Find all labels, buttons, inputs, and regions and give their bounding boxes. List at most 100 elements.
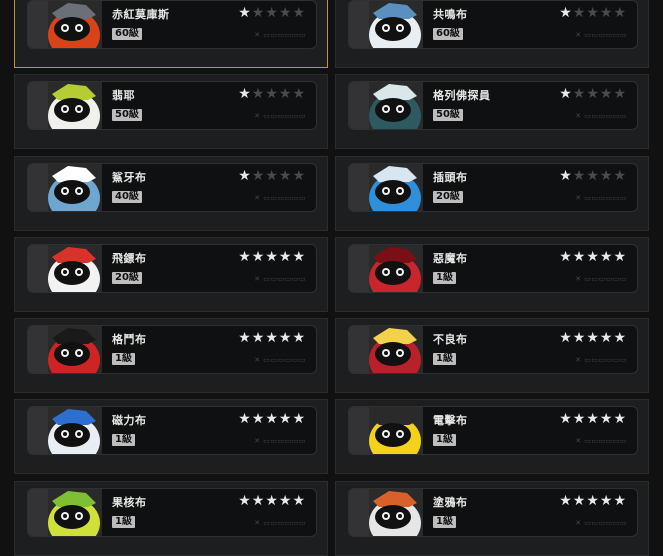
character-card-inner: 電擊布 1級 ★★★★★ ✕ ▭▭▭▭▭▭ bbox=[348, 406, 638, 455]
character-card[interactable]: 飛鏢布 20級 ★★★★★ ✕ ▭▭▭▭▭▭ bbox=[14, 237, 328, 312]
star-icon: ★ bbox=[613, 86, 627, 102]
decorative-pattern-icon: ✕ ▭▭▭▭▭▭ bbox=[575, 31, 627, 39]
star-icon: ★ bbox=[613, 5, 627, 21]
star-rating: ★★★★★ bbox=[559, 411, 627, 427]
star-icon: ★ bbox=[613, 493, 627, 509]
decorative-pattern-icon: ✕ ▭▭▭▭▭▭ bbox=[254, 275, 306, 283]
decorative-pattern-icon: ✕ ▭▭▭▭▭▭ bbox=[254, 112, 306, 120]
level-badge: 50級 bbox=[112, 109, 142, 121]
character-portrait bbox=[28, 245, 102, 292]
star-icon: ★ bbox=[599, 411, 614, 427]
character-card-inner: 鯊牙布 40級 ★★★★★ ✕ ▭▭▭▭▭▭ bbox=[27, 163, 317, 212]
character-name: 果核布 bbox=[112, 496, 147, 509]
character-card[interactable]: 不良布 1級 ★★★★★ ✕ ▭▭▭▭▭▭ bbox=[335, 318, 649, 393]
character-portrait bbox=[349, 245, 423, 292]
star-icon: ★ bbox=[559, 86, 573, 102]
decorative-pattern-icon: ✕ ▭▭▭▭▭▭ bbox=[575, 112, 627, 120]
character-name: 磁力布 bbox=[112, 414, 147, 427]
decorative-pattern-icon: ✕ ▭▭▭▭▭▭ bbox=[575, 519, 627, 527]
star-icon: ★ bbox=[265, 493, 279, 509]
character-portrait bbox=[349, 489, 423, 536]
star-icon: ★ bbox=[265, 168, 279, 184]
level-badge: 60級 bbox=[433, 28, 463, 40]
character-name: 插頭布 bbox=[433, 171, 468, 184]
star-icon: ★ bbox=[586, 330, 600, 346]
character-card[interactable]: 惡魔布 1級 ★★★★★ ✕ ▭▭▭▭▭▭ bbox=[335, 237, 649, 312]
star-icon: ★ bbox=[599, 493, 614, 509]
character-card-inner: 插頭布 20級 ★★★★★ ✕ ▭▭▭▭▭▭ bbox=[348, 163, 638, 212]
character-card[interactable]: 格鬥布 1級 ★★★★★ ✕ ▭▭▭▭▭▭ bbox=[14, 318, 328, 393]
level-badge: 1級 bbox=[112, 434, 135, 446]
star-icon: ★ bbox=[572, 330, 587, 346]
character-name: 格鬥布 bbox=[112, 333, 147, 346]
star-icon: ★ bbox=[586, 493, 600, 509]
star-icon: ★ bbox=[559, 5, 573, 21]
star-rating: ★★★★★ bbox=[559, 86, 627, 102]
star-icon: ★ bbox=[572, 168, 587, 184]
level-badge: 20級 bbox=[433, 191, 463, 203]
character-card[interactable]: 插頭布 20級 ★★★★★ ✕ ▭▭▭▭▭▭ bbox=[335, 156, 649, 231]
character-card[interactable]: 果核布 1級 ★★★★★ ✕ ▭▭▭▭▭▭ bbox=[14, 481, 328, 556]
decorative-pattern-icon: ✕ ▭▭▭▭▭▭ bbox=[254, 437, 306, 445]
character-portrait bbox=[349, 407, 423, 454]
star-rating: ★★★★★ bbox=[559, 249, 627, 265]
character-card[interactable]: 電擊布 1級 ★★★★★ ✕ ▭▭▭▭▭▭ bbox=[335, 399, 649, 474]
character-card[interactable]: 塗鴉布 1級 ★★★★★ ✕ ▭▭▭▭▭▭ bbox=[335, 481, 649, 556]
character-portrait bbox=[349, 1, 423, 48]
level-badge: 1級 bbox=[433, 353, 456, 365]
character-name: 飛鏢布 bbox=[112, 252, 147, 265]
star-icon: ★ bbox=[572, 493, 587, 509]
character-card[interactable]: 翡耶 50級 ★★★★★ ✕ ▭▭▭▭▭▭ bbox=[14, 74, 328, 149]
star-icon: ★ bbox=[251, 5, 266, 21]
star-icon: ★ bbox=[238, 5, 252, 21]
character-card-inner: 惡魔布 1級 ★★★★★ ✕ ▭▭▭▭▭▭ bbox=[348, 244, 638, 293]
character-card[interactable]: 鯊牙布 40級 ★★★★★ ✕ ▭▭▭▭▭▭ bbox=[14, 156, 328, 231]
character-card-inner: 塗鴉布 1級 ★★★★★ ✕ ▭▭▭▭▭▭ bbox=[348, 488, 638, 537]
character-card[interactable]: 磁力布 1級 ★★★★★ ✕ ▭▭▭▭▭▭ bbox=[14, 399, 328, 474]
star-rating: ★★★★★ bbox=[238, 493, 306, 509]
decorative-pattern-icon: ✕ ▭▭▭▭▭▭ bbox=[254, 194, 306, 202]
character-card-inner: 共鳴布 60級 ★★★★★ ✕ ▭▭▭▭▭▭ bbox=[348, 0, 638, 49]
level-badge: 60級 bbox=[112, 28, 142, 40]
star-icon: ★ bbox=[292, 330, 306, 346]
star-icon: ★ bbox=[559, 411, 573, 427]
star-icon: ★ bbox=[292, 493, 306, 509]
character-portrait bbox=[28, 407, 102, 454]
level-badge: 1級 bbox=[433, 516, 456, 528]
star-icon: ★ bbox=[265, 5, 279, 21]
character-portrait bbox=[349, 82, 423, 129]
star-icon: ★ bbox=[586, 5, 600, 21]
star-icon: ★ bbox=[265, 330, 279, 346]
character-card[interactable]: 格列佛探員 50級 ★★★★★ ✕ ▭▭▭▭▭▭ bbox=[335, 74, 649, 149]
character-name: 塗鴉布 bbox=[433, 496, 468, 509]
star-rating: ★★★★★ bbox=[238, 86, 306, 102]
level-badge: 1級 bbox=[433, 272, 456, 284]
star-icon: ★ bbox=[292, 411, 306, 427]
star-icon: ★ bbox=[572, 249, 587, 265]
character-name: 共鳴布 bbox=[433, 8, 468, 21]
star-icon: ★ bbox=[238, 411, 252, 427]
character-name: 鯊牙布 bbox=[112, 171, 147, 184]
character-portrait bbox=[349, 164, 423, 211]
star-rating: ★★★★★ bbox=[559, 5, 627, 21]
character-card-inner: 翡耶 50級 ★★★★★ ✕ ▭▭▭▭▭▭ bbox=[27, 81, 317, 130]
star-icon: ★ bbox=[251, 493, 266, 509]
star-rating: ★★★★★ bbox=[559, 168, 627, 184]
star-icon: ★ bbox=[559, 330, 573, 346]
decorative-pattern-icon: ✕ ▭▭▭▭▭▭ bbox=[254, 31, 306, 39]
star-icon: ★ bbox=[613, 168, 627, 184]
star-rating: ★★★★★ bbox=[238, 168, 306, 184]
character-card[interactable]: 赤紅莫庫斯 60級 ★★★★★ ✕ ▭▭▭▭▭▭ bbox=[14, 0, 328, 68]
star-icon: ★ bbox=[251, 411, 266, 427]
character-portrait bbox=[28, 164, 102, 211]
level-badge: 1級 bbox=[112, 516, 135, 528]
star-icon: ★ bbox=[599, 86, 614, 102]
character-name: 惡魔布 bbox=[433, 252, 468, 265]
character-card-inner: 格鬥布 1級 ★★★★★ ✕ ▭▭▭▭▭▭ bbox=[27, 325, 317, 374]
star-rating: ★★★★★ bbox=[238, 249, 306, 265]
character-card[interactable]: 共鳴布 60級 ★★★★★ ✕ ▭▭▭▭▭▭ bbox=[335, 0, 649, 68]
decorative-pattern-icon: ✕ ▭▭▭▭▭▭ bbox=[575, 194, 627, 202]
star-icon: ★ bbox=[586, 86, 600, 102]
star-icon: ★ bbox=[251, 168, 266, 184]
star-icon: ★ bbox=[265, 411, 279, 427]
